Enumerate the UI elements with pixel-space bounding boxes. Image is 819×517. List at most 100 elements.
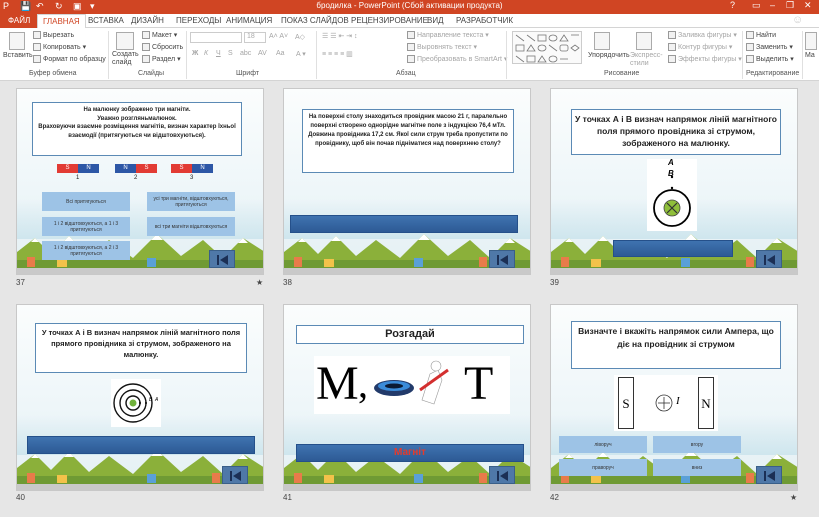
cut-button[interactable]: Вырезать xyxy=(33,31,74,39)
answer-input-bar[interactable] xyxy=(613,240,733,257)
bullets-icon[interactable]: ☰ ☰ ⇤ ⇥ ↕ xyxy=(322,32,358,40)
section-button[interactable]: Раздел ▾ xyxy=(142,55,181,64)
group-font: Шрифт xyxy=(236,70,260,77)
tab-home[interactable]: ГЛАВНАЯ xyxy=(37,14,86,29)
grow-font-icon[interactable]: A˄ A˅ xyxy=(269,33,288,40)
tab-transitions[interactable]: ПЕРЕХОДЫ xyxy=(176,16,221,25)
maximize-button[interactable]: ❐ xyxy=(786,0,794,11)
select-button[interactable]: Выделить ▾ xyxy=(746,55,794,64)
answer-input-bar[interactable] xyxy=(290,215,518,233)
change-case-button[interactable]: Aa xyxy=(276,50,285,57)
slide-thumbnail-42[interactable]: Визначте і вкажіть напрямок сили Ампера,… xyxy=(550,304,798,491)
font-size-input[interactable]: 18 xyxy=(244,32,266,43)
divider xyxy=(316,31,317,79)
back-button[interactable] xyxy=(489,250,515,268)
clear-formatting-icon[interactable]: A◇ xyxy=(295,33,305,41)
tab-insert[interactable]: ВСТАВКА xyxy=(88,16,124,25)
strikethrough-button[interactable]: abc xyxy=(240,50,251,57)
magnet-3: SN xyxy=(171,164,213,173)
brush-icon xyxy=(33,55,41,63)
user-icon[interactable]: ☺ xyxy=(792,14,803,26)
quick-styles-button[interactable]: Экспресс-стили xyxy=(630,52,664,68)
shapes-gallery[interactable] xyxy=(512,31,582,64)
tab-view[interactable]: ВИД xyxy=(427,16,444,25)
back-button[interactable] xyxy=(209,250,235,268)
answer-option[interactable]: праворуч xyxy=(559,459,647,476)
slide-thumbnail-39[interactable]: У точках А і В визнач напрямок ліній маг… xyxy=(550,88,798,275)
answer-option[interactable]: вгору xyxy=(653,436,741,453)
bold-button[interactable]: Ж xyxy=(192,50,198,57)
answer-option[interactable]: 1 і 2 відштовхуються, а 1 і 3 притягують… xyxy=(42,217,130,236)
paste-button[interactable]: Вставить xyxy=(3,52,33,59)
underline-button[interactable]: Ч xyxy=(216,50,221,57)
reset-button[interactable]: Сбросить xyxy=(142,43,183,51)
find-button[interactable]: Найти xyxy=(746,31,776,39)
tab-animations[interactable]: АНИМАЦИЯ xyxy=(226,16,272,25)
paste-icon[interactable] xyxy=(9,32,25,50)
shadow-button[interactable]: S xyxy=(228,50,233,57)
align-text-button[interactable]: Выровнять текст ▾ xyxy=(407,43,477,52)
format-painter-button[interactable]: Формат по образцу xyxy=(33,55,106,63)
answer-input-bar[interactable] xyxy=(27,436,255,454)
answer-option[interactable]: Всі притягуються xyxy=(42,192,130,211)
align-icons[interactable]: ≡ ≡ ≡ ≡ ▥ xyxy=(322,50,353,58)
italic-button[interactable]: К xyxy=(204,50,208,57)
close-button[interactable]: ✕ xyxy=(804,0,812,11)
copy-button[interactable]: Копировать ▾ xyxy=(33,43,86,52)
char-spacing-button[interactable]: AV xyxy=(258,50,267,57)
divider xyxy=(742,31,743,79)
new-slide-button[interactable]: Создать слайд xyxy=(112,51,140,67)
rebus-comma: , xyxy=(358,361,368,406)
slide-thumbnail-40[interactable]: У точках А і В визнач напрямок ліній маг… xyxy=(16,304,264,491)
arrange-icon[interactable] xyxy=(594,32,610,50)
answer-option[interactable]: 1 і 2 відштовхуються, а 2 і 3 притягують… xyxy=(42,241,130,260)
tab-slide-show[interactable]: ПОКАЗ СЛАЙДОВ xyxy=(281,16,349,25)
back-button[interactable] xyxy=(756,250,782,268)
rebus-letter-m: М xyxy=(316,357,359,410)
back-button[interactable] xyxy=(756,466,782,484)
quick-styles-icon[interactable] xyxy=(636,32,652,50)
layout-icon xyxy=(142,31,150,40)
new-slide-icon[interactable] xyxy=(116,32,134,50)
slide-number: 37 xyxy=(16,278,25,287)
help-button[interactable]: ? xyxy=(730,0,735,10)
conductor-current-icon xyxy=(653,175,691,227)
align-text-icon xyxy=(407,43,415,52)
text-direction-button[interactable]: Направление текста ▾ xyxy=(407,31,489,40)
partial-group-icon[interactable] xyxy=(805,32,817,50)
divider xyxy=(108,31,109,79)
arrange-button[interactable]: Упорядочить xyxy=(588,52,630,59)
font-name-input[interactable] xyxy=(190,32,242,43)
animation-star-icon[interactable]: ★ xyxy=(256,278,263,287)
section-icon xyxy=(142,55,150,64)
back-button[interactable] xyxy=(222,466,248,484)
font-color-icon[interactable]: A ▾ xyxy=(296,50,306,58)
group-clipboard: Буфер обмена xyxy=(29,70,77,77)
field-lines-icon xyxy=(113,383,153,423)
slide-sorter[interactable]: На малюнку зображено три магніти. Уважно… xyxy=(0,82,819,517)
answer-option[interactable]: ліворуч xyxy=(559,436,647,453)
tab-design[interactable]: ДИЗАЙН xyxy=(131,16,164,25)
slide-thumbnail-41[interactable]: Розгадай М , Т Магніт xyxy=(283,304,531,491)
layout-button[interactable]: Макет ▾ xyxy=(142,31,177,40)
animation-star-icon[interactable]: ★ xyxy=(790,493,797,502)
slide-title: Розгадай xyxy=(296,325,524,344)
slide-thumbnail-38[interactable]: На поверхні столу знаходиться провідник … xyxy=(283,88,531,275)
shape-fill-button[interactable]: Заливка фигуры ▾ xyxy=(668,31,737,40)
tab-developer[interactable]: РАЗРАБОТЧИК xyxy=(456,16,513,25)
ribbon-display-options-icon[interactable]: ▭ xyxy=(752,0,761,11)
current-label: I xyxy=(676,395,680,407)
shape-outline-button[interactable]: Контур фигуры ▾ xyxy=(668,43,732,52)
minimize-button[interactable]: – xyxy=(770,0,775,10)
replace-button[interactable]: Заменить ▾ xyxy=(746,43,793,52)
tab-review[interactable]: РЕЦЕНЗИРОВАНИЕ xyxy=(351,16,428,25)
answer-option[interactable]: всі три магніти відштовхуються xyxy=(147,217,235,236)
back-button[interactable] xyxy=(489,466,515,484)
shape-effects-button[interactable]: Эффекты фигуры ▾ xyxy=(668,55,742,64)
answer-option[interactable]: усі три магніти, відштовхуються, притягу… xyxy=(147,192,235,211)
tab-file[interactable]: ФАЙЛ xyxy=(0,14,39,28)
answer-bar[interactable]: Магніт xyxy=(296,444,524,462)
answer-option[interactable]: вниз xyxy=(653,459,741,476)
convert-smartart-button[interactable]: Преобразовать в SmartArt ▾ xyxy=(407,55,507,64)
slide-thumbnail-37[interactable]: На малюнку зображено три магніти. Уважно… xyxy=(16,88,264,275)
